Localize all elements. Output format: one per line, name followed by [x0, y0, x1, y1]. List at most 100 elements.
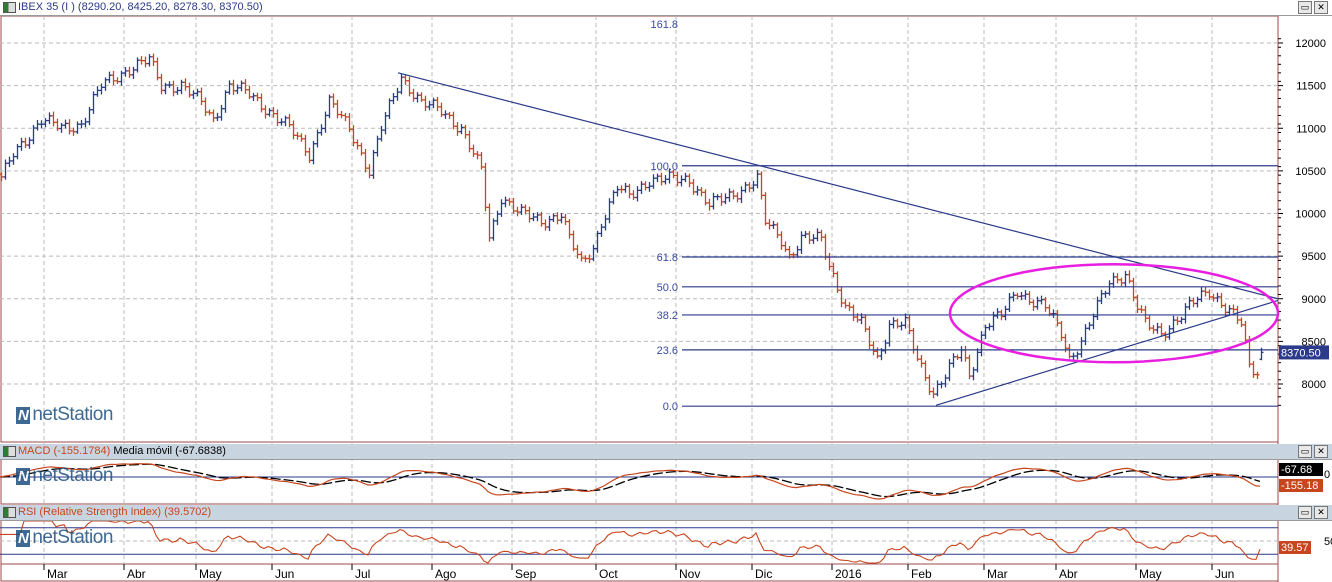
- close-icon[interactable]: ✕: [1314, 506, 1328, 519]
- ohlc-bar: [987, 323, 992, 331]
- ohlc-bar: [651, 174, 656, 189]
- ohlc-bar: [891, 317, 896, 329]
- ohlc-bar: [755, 169, 760, 189]
- ohlc-bar: [1103, 290, 1108, 298]
- ohlc-bar: [695, 185, 700, 196]
- ohlc-bar: [159, 73, 164, 95]
- fib-level-label: 38.2: [657, 310, 678, 322]
- ohlc-bar: [1239, 317, 1244, 328]
- ohlc-bar: [1139, 305, 1144, 313]
- ohlc-bar: [419, 92, 424, 102]
- ohlc-bar: [467, 130, 472, 153]
- ohlc-bar: [407, 76, 412, 97]
- ohlc-bar: [215, 112, 220, 122]
- ohlc-bar: [747, 182, 752, 193]
- rsi-tick-label: 50: [1324, 536, 1332, 548]
- macd-panel-header: MACD (-155.1784) Media móvil (-67.6838) …: [0, 444, 1332, 460]
- ohlc-bar: [1159, 323, 1164, 337]
- ohlc-bar: [199, 87, 204, 106]
- ohlc-bar: [591, 244, 596, 262]
- ohlc-bar: [815, 228, 820, 242]
- netstation-logo: NnetStation: [16, 465, 113, 486]
- ohlc-bar: [555, 212, 560, 225]
- ohlc-bar: [179, 79, 184, 95]
- ohlc-bar: [655, 173, 660, 183]
- ohlc-bar: [211, 109, 216, 123]
- ohlc-bar: [507, 197, 512, 206]
- logo-text: netStation: [32, 527, 113, 548]
- ohlc-bar: [903, 313, 908, 329]
- fib-level-label: 50.0: [657, 282, 678, 294]
- ohlc-bar: [631, 190, 636, 200]
- ohlc-bar: [963, 345, 968, 362]
- ohlc-bar: [531, 212, 536, 222]
- ohlc-bar: [399, 73, 404, 95]
- chart-canvas: 8000850090009500100001050011000115001200…: [0, 15, 1332, 582]
- ohlc-bar: [503, 196, 508, 208]
- close-icon[interactable]: ✕: [1314, 445, 1328, 458]
- ohlc-bar: [839, 286, 844, 308]
- ohlc-bar: [479, 152, 484, 170]
- restore-icon[interactable]: ▭: [1298, 445, 1312, 458]
- ohlc-bar: [939, 381, 944, 389]
- ohlc-bar: [331, 93, 336, 108]
- price-tick-label: 11500: [1296, 81, 1326, 93]
- ohlc-bar: [423, 95, 428, 111]
- ohlc-bar: [483, 162, 488, 212]
- month-label: Jun: [1215, 567, 1234, 581]
- ohlc-bar: [251, 92, 256, 102]
- ohlc-bar: [715, 194, 720, 201]
- month-label: Ago: [435, 567, 457, 581]
- ohlc-bar: [843, 298, 848, 309]
- ohlc-bar: [139, 56, 144, 65]
- ohlc-bar: [435, 96, 440, 112]
- ohlc-bar: [31, 124, 36, 145]
- ohlc-bar: [1203, 287, 1208, 297]
- ohlc-bar: [299, 133, 304, 142]
- ohlc-bar: [771, 220, 776, 229]
- ohlc-bar: [231, 79, 236, 95]
- restore-icon[interactable]: ▭: [1298, 1, 1312, 14]
- ohlc-bar: [255, 92, 260, 102]
- ohlc-bar: [79, 119, 84, 129]
- ohlc-bar: [683, 172, 688, 183]
- ohlc-bar: [1095, 296, 1100, 321]
- ohlc-bar: [971, 367, 976, 381]
- ohlc-bar: [127, 66, 132, 78]
- ohlc-bar: [627, 183, 632, 199]
- ohlc-bar: [615, 185, 620, 197]
- ohlc-bar: [947, 359, 952, 382]
- ohlc-bar: [739, 186, 744, 203]
- macd-zero-label: 0: [1324, 469, 1330, 481]
- close-icon[interactable]: ✕: [1314, 1, 1328, 14]
- ohlc-bar: [387, 98, 392, 119]
- ohlc-bar: [863, 314, 868, 333]
- ohlc-bar: [523, 204, 528, 215]
- ohlc-bar: [611, 190, 616, 205]
- ohlc-bar: [111, 70, 116, 86]
- ohlc-bar: [1119, 277, 1124, 287]
- ohlc-bar: [895, 318, 900, 329]
- ohlc-bar: [227, 80, 232, 95]
- ohlc-bar: [183, 78, 188, 91]
- ohlc-bar: [311, 140, 316, 165]
- ohlc-bar: [283, 115, 288, 127]
- ohlc-bar: [663, 175, 668, 185]
- restore-icon[interactable]: ▭: [1298, 506, 1312, 519]
- ohlc-bar: [943, 374, 948, 388]
- ohlc-bar: [923, 360, 928, 382]
- ohlc-bar: [15, 143, 20, 160]
- ohlc-bar: [327, 94, 332, 119]
- logo-text: netStation: [32, 465, 113, 486]
- panel-icon: [3, 2, 16, 13]
- ohlc-bar: [319, 124, 324, 136]
- ohlc-bar: [471, 144, 476, 157]
- last-price-label: 8370.50: [1281, 347, 1321, 359]
- ohlc-bar: [395, 87, 400, 101]
- ohlc-bar: [1123, 270, 1128, 288]
- ohlc-bar: [1087, 322, 1092, 331]
- ohlc-bar: [247, 85, 252, 100]
- ohlc-bar: [1151, 324, 1156, 334]
- ohlc-bar: [871, 341, 876, 356]
- ohlc-bar: [811, 234, 816, 244]
